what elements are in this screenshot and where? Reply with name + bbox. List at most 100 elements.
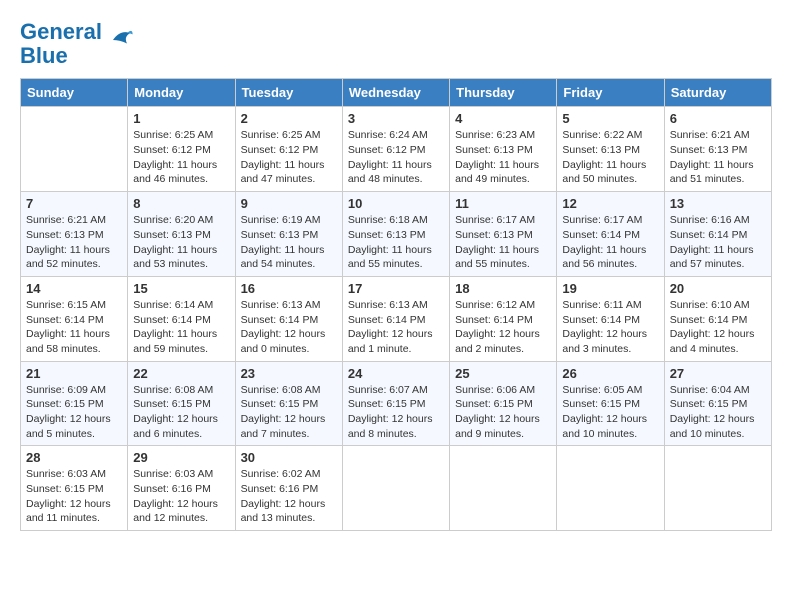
calendar-cell: 30 Sunrise: 6:02 AMSunset: 6:16 PMDayligh…: [235, 446, 342, 531]
day-info: Sunrise: 6:13 AMSunset: 6:14 PMDaylight:…: [348, 298, 444, 357]
day-number: 24: [348, 366, 444, 381]
calendar-cell: 12 Sunrise: 6:17 AMSunset: 6:14 PMDayligh…: [557, 192, 664, 277]
day-number: 3: [348, 111, 444, 126]
calendar-cell: 16Sunrise: 6:13 AMSunset: 6:14 PMDayligh…: [235, 276, 342, 361]
day-info: Sunrise: 6:02 AMSunset: 6:16 PMDaylight:…: [241, 467, 337, 526]
calendar-cell: 4 Sunrise: 6:23 AMSunset: 6:13 PMDaylight…: [450, 107, 557, 192]
day-number: 15: [133, 281, 229, 296]
calendar-cell: 21Sunrise: 6:09 AMSunset: 6:15 PMDayligh…: [21, 361, 128, 446]
day-info: Sunrise: 6:08 AMSunset: 6:15 PMDaylight:…: [133, 383, 229, 442]
logo: General Blue: [20, 20, 134, 68]
day-info: Sunrise: 6:03 AMSunset: 6:16 PMDaylight:…: [133, 467, 229, 526]
day-of-week-header: Friday: [557, 79, 664, 107]
day-number: 13: [670, 196, 766, 211]
calendar-cell: 10 Sunrise: 6:18 AMSunset: 6:13 PMDayligh…: [342, 192, 449, 277]
day-info: Sunrise: 6:04 AMSunset: 6:15 PMDaylight:…: [670, 383, 766, 442]
calendar-week-row: 7 Sunrise: 6:21 AMSunset: 6:13 PMDaylight…: [21, 192, 772, 277]
day-info: Sunrise: 6:21 AMSunset: 6:13 PMDaylight:…: [26, 213, 122, 272]
day-of-week-header: Tuesday: [235, 79, 342, 107]
day-info: Sunrise: 6:17 AMSunset: 6:14 PMDaylight:…: [562, 213, 658, 272]
day-info: Sunrise: 6:10 AMSunset: 6:14 PMDaylight:…: [670, 298, 766, 357]
calendar-cell: 23 Sunrise: 6:08 AMSunset: 6:15 PMDayligh…: [235, 361, 342, 446]
calendar-table: SundayMondayTuesdayWednesdayThursdayFrid…: [20, 78, 772, 531]
day-number: 17: [348, 281, 444, 296]
day-number: 11: [455, 196, 551, 211]
calendar-cell: [450, 446, 557, 531]
day-number: 27: [670, 366, 766, 381]
day-info: Sunrise: 6:07 AMSunset: 6:15 PMDaylight:…: [348, 383, 444, 442]
day-number: 10: [348, 196, 444, 211]
calendar-cell: 1 Sunrise: 6:25 AMSunset: 6:12 PMDaylight…: [128, 107, 235, 192]
day-info: Sunrise: 6:15 AMSunset: 6:14 PMDaylight:…: [26, 298, 122, 357]
day-of-week-header: Sunday: [21, 79, 128, 107]
day-number: 4: [455, 111, 551, 126]
calendar-cell: 25 Sunrise: 6:06 AMSunset: 6:15 PMDayligh…: [450, 361, 557, 446]
calendar-cell: 5Sunrise: 6:22 AMSunset: 6:13 PMDaylight…: [557, 107, 664, 192]
calendar-cell: 14Sunrise: 6:15 AMSunset: 6:14 PMDayligh…: [21, 276, 128, 361]
day-info: Sunrise: 6:25 AMSunset: 6:12 PMDaylight:…: [133, 128, 229, 187]
day-info: Sunrise: 6:21 AMSunset: 6:13 PMDaylight:…: [670, 128, 766, 187]
calendar-cell: 27 Sunrise: 6:04 AMSunset: 6:15 PMDayligh…: [664, 361, 771, 446]
day-info: Sunrise: 6:25 AMSunset: 6:12 PMDaylight:…: [241, 128, 337, 187]
day-of-week-header: Monday: [128, 79, 235, 107]
calendar-week-row: 21Sunrise: 6:09 AMSunset: 6:15 PMDayligh…: [21, 361, 772, 446]
day-number: 28: [26, 450, 122, 465]
day-number: 20: [670, 281, 766, 296]
calendar-cell: 9 Sunrise: 6:19 AMSunset: 6:13 PMDaylight…: [235, 192, 342, 277]
calendar-cell: 24 Sunrise: 6:07 AMSunset: 6:15 PMDayligh…: [342, 361, 449, 446]
day-number: 6: [670, 111, 766, 126]
day-number: 25: [455, 366, 551, 381]
day-info: Sunrise: 6:13 AMSunset: 6:14 PMDaylight:…: [241, 298, 337, 357]
day-number: 2: [241, 111, 337, 126]
day-info: Sunrise: 6:20 AMSunset: 6:13 PMDaylight:…: [133, 213, 229, 272]
day-number: 5: [562, 111, 658, 126]
calendar-cell: 29 Sunrise: 6:03 AMSunset: 6:16 PMDayligh…: [128, 446, 235, 531]
day-of-week-header: Thursday: [450, 79, 557, 107]
day-info: Sunrise: 6:05 AMSunset: 6:15 PMDaylight:…: [562, 383, 658, 442]
day-number: 30: [241, 450, 337, 465]
calendar-cell: [664, 446, 771, 531]
day-info: Sunrise: 6:23 AMSunset: 6:13 PMDaylight:…: [455, 128, 551, 187]
calendar-cell: 3 Sunrise: 6:24 AMSunset: 6:12 PMDaylight…: [342, 107, 449, 192]
calendar-cell: 11Sunrise: 6:17 AMSunset: 6:13 PMDayligh…: [450, 192, 557, 277]
day-info: Sunrise: 6:19 AMSunset: 6:13 PMDaylight:…: [241, 213, 337, 272]
day-number: 23: [241, 366, 337, 381]
calendar-body: 1 Sunrise: 6:25 AMSunset: 6:12 PMDaylight…: [21, 107, 772, 531]
day-info: Sunrise: 6:24 AMSunset: 6:12 PMDaylight:…: [348, 128, 444, 187]
day-number: 8: [133, 196, 229, 211]
day-of-week-header: Saturday: [664, 79, 771, 107]
calendar-week-row: 28 Sunrise: 6:03 AMSunset: 6:15 PMDayligh…: [21, 446, 772, 531]
day-info: Sunrise: 6:18 AMSunset: 6:13 PMDaylight:…: [348, 213, 444, 272]
day-number: 1: [133, 111, 229, 126]
calendar-cell: [342, 446, 449, 531]
calendar-cell: [557, 446, 664, 531]
calendar-cell: 15 Sunrise: 6:14 AMSunset: 6:14 PMDayligh…: [128, 276, 235, 361]
day-info: Sunrise: 6:08 AMSunset: 6:15 PMDaylight:…: [241, 383, 337, 442]
calendar-cell: 28 Sunrise: 6:03 AMSunset: 6:15 PMDayligh…: [21, 446, 128, 531]
day-info: Sunrise: 6:11 AMSunset: 6:14 PMDaylight:…: [562, 298, 658, 357]
calendar-cell: 6 Sunrise: 6:21 AMSunset: 6:13 PMDaylight…: [664, 107, 771, 192]
day-info: Sunrise: 6:12 AMSunset: 6:14 PMDaylight:…: [455, 298, 551, 357]
day-number: 26: [562, 366, 658, 381]
calendar-cell: 18Sunrise: 6:12 AMSunset: 6:14 PMDayligh…: [450, 276, 557, 361]
calendar-cell: 7 Sunrise: 6:21 AMSunset: 6:13 PMDaylight…: [21, 192, 128, 277]
logo-bird-icon: [106, 26, 134, 54]
calendar-cell: 26 Sunrise: 6:05 AMSunset: 6:15 PMDayligh…: [557, 361, 664, 446]
calendar-cell: 17 Sunrise: 6:13 AMSunset: 6:14 PMDayligh…: [342, 276, 449, 361]
day-number: 9: [241, 196, 337, 211]
calendar-cell: 2 Sunrise: 6:25 AMSunset: 6:12 PMDaylight…: [235, 107, 342, 192]
day-number: 19: [562, 281, 658, 296]
day-number: 22: [133, 366, 229, 381]
day-info: Sunrise: 6:14 AMSunset: 6:14 PMDaylight:…: [133, 298, 229, 357]
day-info: Sunrise: 6:03 AMSunset: 6:15 PMDaylight:…: [26, 467, 122, 526]
logo-text: General Blue: [20, 20, 102, 68]
day-info: Sunrise: 6:06 AMSunset: 6:15 PMDaylight:…: [455, 383, 551, 442]
page-header: General Blue: [20, 20, 772, 68]
day-number: 21: [26, 366, 122, 381]
calendar-cell: [21, 107, 128, 192]
day-number: 12: [562, 196, 658, 211]
day-info: Sunrise: 6:16 AMSunset: 6:14 PMDaylight:…: [670, 213, 766, 272]
day-number: 7: [26, 196, 122, 211]
calendar-week-row: 14Sunrise: 6:15 AMSunset: 6:14 PMDayligh…: [21, 276, 772, 361]
day-number: 29: [133, 450, 229, 465]
